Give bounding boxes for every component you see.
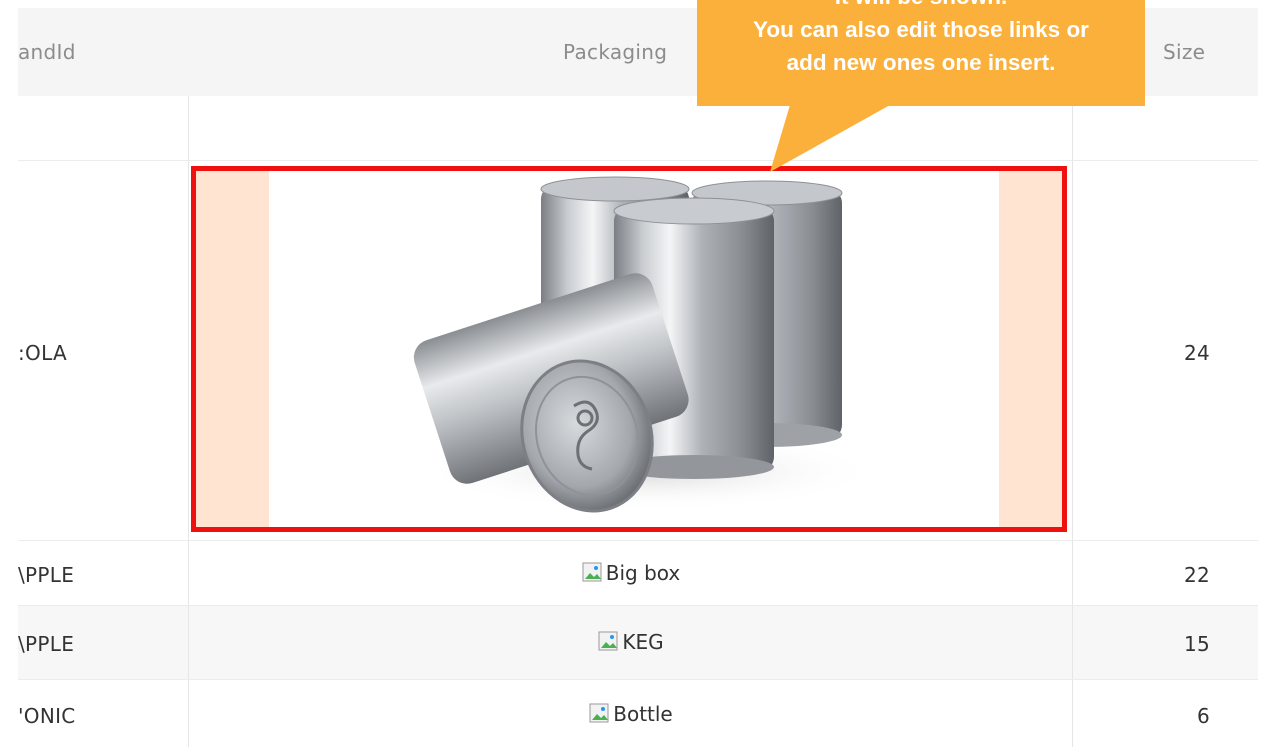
cell-packaging[interactable]: Big box — [190, 561, 1072, 586]
broken-image-icon — [582, 562, 604, 584]
callout-line-3: add new ones one insert. — [786, 50, 1056, 75]
cell-brand[interactable]: :OLA — [18, 341, 67, 365]
cell-packaging[interactable]: KEG — [190, 630, 1072, 655]
column-divider — [1072, 96, 1073, 747]
broken-image-icon — [598, 631, 620, 653]
cell-size[interactable]: 22 — [1160, 563, 1210, 587]
row-divider — [18, 679, 1258, 680]
column-divider — [188, 96, 189, 747]
cell-brand[interactable]: 'ONIC — [18, 704, 76, 728]
data-grid: andId Packaging Size :OLA 24 \PPLE Big b… — [0, 0, 1266, 747]
packaging-image[interactable] — [269, 171, 999, 527]
column-header-packaging[interactable]: Packaging — [563, 8, 667, 96]
cell-size[interactable]: 6 — [1160, 704, 1210, 728]
packaging-alt-text: KEG — [622, 630, 664, 654]
packaging-alt-text: Big box — [605, 561, 681, 585]
callout-line-1: It will be shown. — [697, 0, 1145, 13]
column-header-brand[interactable]: andId — [18, 8, 76, 96]
broken-image-icon — [589, 703, 611, 725]
row-divider — [18, 605, 1258, 606]
column-header-size[interactable]: Size — [1163, 8, 1205, 96]
cell-size[interactable]: 15 — [1160, 632, 1210, 656]
packaging-image-highlight — [191, 166, 1067, 532]
callout-line-2: You can also edit those links or — [753, 17, 1089, 42]
packaging-alt-text: Bottle — [613, 702, 673, 726]
aluminum-cans-illustration — [413, 176, 879, 513]
cell-packaging[interactable]: Bottle — [190, 702, 1072, 727]
annotation-callout: It will be shown. You can also edit thos… — [697, 0, 1145, 106]
cell-brand[interactable]: \PPLE — [18, 632, 74, 656]
row-divider — [18, 160, 1258, 161]
cell-brand[interactable]: \PPLE — [18, 563, 74, 587]
cell-size[interactable]: 24 — [1160, 341, 1210, 365]
row-divider — [18, 540, 1258, 541]
